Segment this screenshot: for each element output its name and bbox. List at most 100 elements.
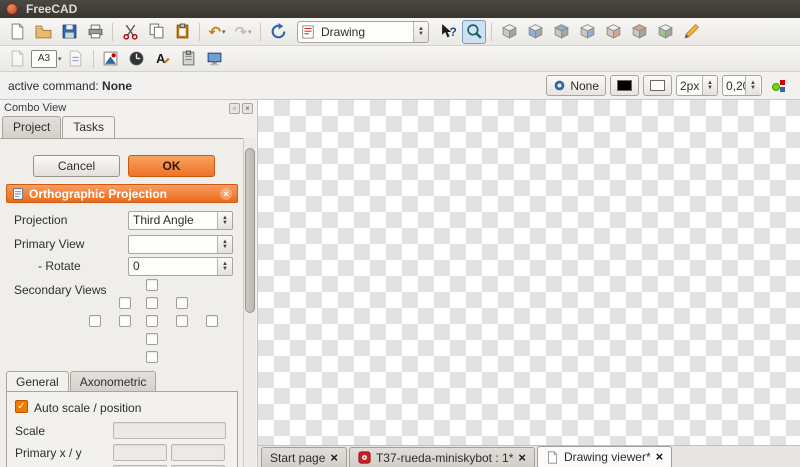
secondary-view-checkbox[interactable] xyxy=(176,315,188,327)
snap-toggle-button[interactable] xyxy=(767,74,791,98)
paste-button[interactable] xyxy=(170,20,194,44)
top-view-button[interactable] xyxy=(549,20,573,44)
print-button[interactable] xyxy=(83,20,107,44)
section-header: Orthographic Projection × xyxy=(6,184,238,203)
mdi-tab-start-page[interactable]: Start page × xyxy=(261,447,347,467)
secondary-views-label: Secondary Views xyxy=(14,283,107,297)
clipboard-button[interactable] xyxy=(177,47,201,71)
secondary-view-checkbox[interactable] xyxy=(119,315,131,327)
close-panel-icon[interactable]: × xyxy=(242,102,253,114)
autogroup-value: None xyxy=(570,78,599,93)
cancel-button[interactable]: Cancel xyxy=(33,155,120,177)
line-width-spinbox[interactable]: 2px ▲ ▼ xyxy=(676,75,718,96)
copy-button[interactable] xyxy=(144,20,168,44)
standard-toolbar: ↶ ▾ ↷ ▾ Drawing ▲ ▼ ? xyxy=(0,18,800,46)
primary-x-input xyxy=(113,444,167,461)
annotation-button[interactable]: A xyxy=(151,47,175,71)
tab-general[interactable]: General xyxy=(6,371,69,393)
secondary-view-checkbox[interactable] xyxy=(89,315,101,327)
left-view-button[interactable] xyxy=(653,20,677,44)
scrollbar-thumb[interactable] xyxy=(245,148,255,313)
open-browser-button[interactable] xyxy=(203,47,227,71)
primary-view-row: Primary View ▲ ▼ xyxy=(0,235,244,254)
freecad-file-icon xyxy=(358,451,371,464)
line-width-arrows[interactable]: ▲ ▼ xyxy=(702,76,717,95)
window-close-button[interactable] xyxy=(6,3,18,15)
secondary-view-checkbox[interactable] xyxy=(119,297,131,309)
undo-button[interactable]: ↶ ▾ xyxy=(205,20,229,44)
save-document-button[interactable] xyxy=(57,20,81,44)
projection-select-arrows[interactable]: ▲ ▼ xyxy=(217,212,232,229)
ortho-views-button[interactable] xyxy=(125,47,149,71)
secondary-view-checkbox[interactable] xyxy=(146,333,158,345)
new-page-button[interactable] xyxy=(5,47,29,71)
settings-tabs: General Axonometric xyxy=(6,371,157,393)
panel-scrollbar[interactable] xyxy=(243,138,256,467)
line-width-value: 2px xyxy=(680,78,700,93)
face-color-swatch xyxy=(650,80,665,91)
active-command-value: None xyxy=(102,78,133,93)
primary-view-select-arrows[interactable]: ▲ ▼ xyxy=(217,236,232,253)
auto-scale-checkbox[interactable]: ✓ xyxy=(15,400,28,413)
close-tab-icon[interactable]: × xyxy=(656,450,664,463)
projection-select[interactable]: Third Angle ▲ ▼ xyxy=(128,211,233,230)
draft-tray: None 2px ▲▼ 0,20 ▲▼ xyxy=(546,74,792,98)
workbench-value: Drawing xyxy=(321,24,366,39)
rotate-spinbox[interactable]: 0 ▲ ▼ xyxy=(128,257,233,276)
tab-axonometric[interactable]: Axonometric xyxy=(69,371,157,393)
primary-y-input xyxy=(171,444,225,461)
mdi-tab-model[interactable]: T37-rueda-miniskybot : 1* × xyxy=(348,447,535,467)
primary-view-select[interactable]: ▲ ▼ xyxy=(128,235,233,254)
bottom-view-button[interactable] xyxy=(627,20,651,44)
redo-button[interactable]: ↷ ▾ xyxy=(231,20,255,44)
rear-view-button[interactable] xyxy=(601,20,625,44)
section-title: Orthographic Projection xyxy=(29,186,168,201)
new-a3-page-button[interactable]: A3 ▾ xyxy=(31,47,62,71)
secondary-view-checkbox[interactable] xyxy=(146,297,158,309)
text-size-spinbox[interactable]: 0,20 ▲▼ xyxy=(722,75,762,96)
right-view-button[interactable] xyxy=(575,20,599,44)
toolbar-separator xyxy=(491,22,492,41)
refresh-button[interactable] xyxy=(266,20,290,44)
whats-this-button[interactable]: ? xyxy=(436,20,460,44)
task-close-icon[interactable]: × xyxy=(220,187,232,200)
secondary-view-checkbox[interactable] xyxy=(146,351,158,363)
tab-tasks[interactable]: Tasks xyxy=(62,116,116,138)
open-document-button[interactable] xyxy=(31,20,55,44)
task-panel: Cancel OK Orthographic Projection × Proj… xyxy=(0,138,244,467)
new-document-button[interactable] xyxy=(5,20,29,44)
sketch-pencil-button[interactable] xyxy=(679,20,703,44)
workbench-dropdown-arrows[interactable]: ▲ ▼ xyxy=(413,21,428,42)
export-page-button[interactable] xyxy=(64,47,88,71)
text-size-arrows[interactable]: ▲ ▼ xyxy=(745,76,760,95)
section-icon xyxy=(13,187,23,200)
face-color-button[interactable] xyxy=(643,75,672,96)
window-title: FreeCAD xyxy=(26,2,78,16)
drawing-viewport[interactable]: Start page × T37-rueda-miniskybot : 1* ×… xyxy=(258,100,800,467)
combo-view-tabs: Project Tasks xyxy=(2,116,116,138)
rotate-row: - Rotate 0 ▲ ▼ xyxy=(0,257,244,276)
secondary-view-checkbox[interactable] xyxy=(176,297,188,309)
axonometric-view-button[interactable] xyxy=(497,20,521,44)
zoom-selection-button[interactable] xyxy=(462,19,486,44)
titlebar: FreeCAD xyxy=(0,0,800,18)
float-panel-icon[interactable]: ▫ xyxy=(229,102,240,114)
rotate-spinbox-arrows[interactable]: ▲ ▼ xyxy=(217,258,232,275)
cut-button[interactable] xyxy=(118,20,142,44)
secondary-view-checkbox[interactable] xyxy=(146,315,158,327)
mdi-tab-drawing-viewer[interactable]: Drawing viewer* × xyxy=(536,446,673,467)
line-color-button[interactable] xyxy=(610,75,639,96)
front-view-button[interactable] xyxy=(523,20,547,44)
projection-row: Projection Third Angle ▲ ▼ xyxy=(0,211,244,230)
autogroup-button[interactable]: None xyxy=(546,75,606,96)
workbench-selector[interactable]: Drawing ▲ ▼ xyxy=(297,20,429,43)
secondary-view-checkbox[interactable] xyxy=(206,315,218,327)
ok-button[interactable]: OK xyxy=(128,155,215,177)
tab-project[interactable]: Project xyxy=(2,116,62,138)
autogroup-icon xyxy=(554,80,565,91)
insert-view-button[interactable] xyxy=(99,47,123,71)
secondary-view-checkbox[interactable] xyxy=(146,279,158,291)
close-tab-icon[interactable]: × xyxy=(518,451,526,464)
drawing-toolbar: A3 ▾ A xyxy=(0,46,800,72)
close-tab-icon[interactable]: × xyxy=(330,451,338,464)
